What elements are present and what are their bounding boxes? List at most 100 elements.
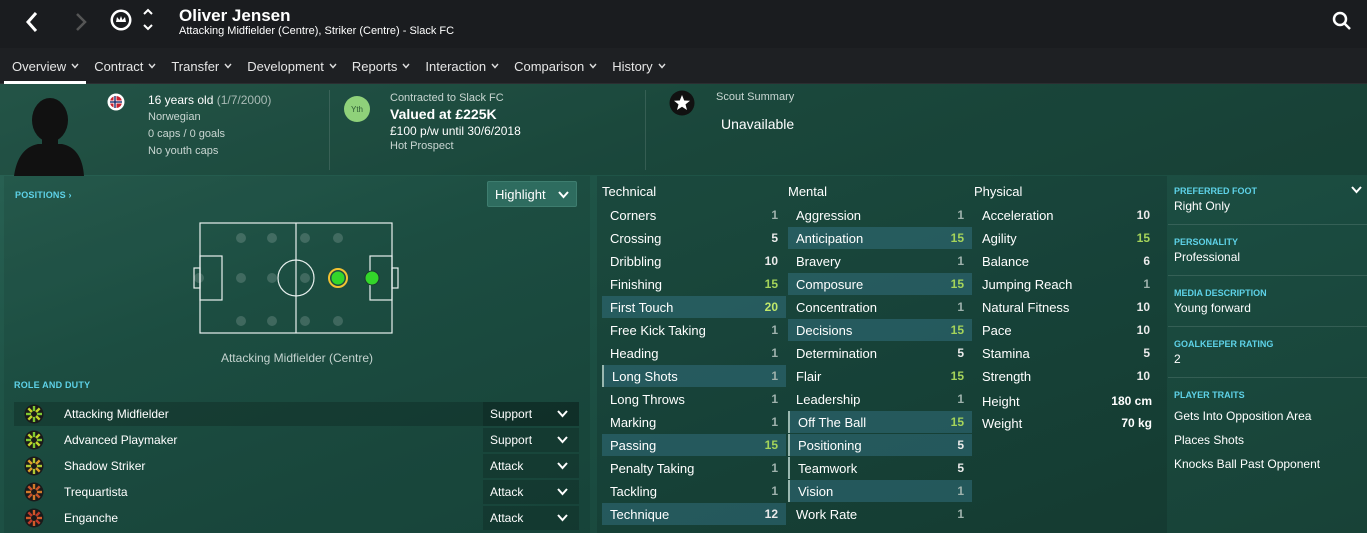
tab-label: Reports — [351, 58, 398, 74]
role-name: Attacking Midfielder — [64, 407, 169, 421]
attribute-name: Determination — [796, 345, 877, 361]
role-row[interactable]: Advanced Playmaker Support — [14, 428, 579, 452]
attribute-row[interactable]: Aggression 1 — [788, 204, 972, 226]
attribute-row[interactable]: Strength 10 — [974, 365, 1158, 387]
attribute-name: Teamwork — [798, 460, 858, 476]
highlight-dropdown[interactable]: Highlight — [487, 181, 577, 207]
attribute-name: Aggression — [796, 207, 862, 223]
attribute-row[interactable]: Corners 1 — [602, 204, 786, 226]
personality-value: Professional — [1174, 250, 1241, 264]
attribute-row[interactable]: Tackling 1 — [602, 480, 786, 502]
attribute-row[interactable]: Crossing 5 — [602, 227, 786, 249]
duty-label: Attack — [490, 459, 524, 473]
attribute-name: Corners — [610, 207, 657, 223]
tab-overview[interactable]: Overview — [4, 48, 87, 84]
tab-label: Comparison — [514, 58, 585, 74]
attribute-row[interactable]: First Touch 20 — [602, 296, 786, 318]
attribute-row[interactable]: Finishing 15 — [602, 273, 786, 295]
attribute-row[interactable]: Balance 6 — [974, 250, 1158, 272]
duty-dropdown[interactable]: Attack — [483, 506, 579, 530]
attribute-row[interactable]: Jumping Reach 1 — [974, 273, 1158, 295]
tab-label: Transfer — [171, 58, 220, 74]
attribute-row[interactable]: Leadership 1 — [788, 388, 972, 410]
player-subtitle: Attacking Midfielder (Centre), Striker (… — [179, 25, 455, 37]
role-row[interactable]: Shadow Striker Attack — [14, 454, 579, 478]
attribute-value: 5 — [1143, 346, 1150, 360]
attribute-value: 6 — [1143, 254, 1150, 268]
chevron-down-icon — [491, 63, 499, 69]
attribute-row[interactable]: Penalty Taking 1 — [602, 457, 786, 479]
role-row[interactable]: Attacking Midfielder Support — [14, 402, 579, 426]
attribute-row[interactable]: Long Shots 1 — [602, 365, 786, 387]
attribute-name: Bravery — [796, 253, 841, 269]
attribute-row[interactable]: Work Rate 1 — [788, 503, 972, 525]
tab-interaction[interactable]: Interaction — [417, 48, 506, 84]
attribute-row[interactable]: Determination 5 — [788, 342, 972, 364]
attribute-row[interactable]: Vision 1 — [788, 480, 972, 502]
attribute-row[interactable]: Off The Ball 15 — [788, 411, 972, 433]
chevron-down-icon — [557, 410, 568, 418]
attribute-name: Heading — [610, 345, 659, 361]
player-age: 16 years old (1/7/2000) — [148, 93, 271, 107]
duty-dropdown[interactable]: Attack — [483, 480, 579, 504]
attribute-row[interactable]: Pace 10 — [974, 319, 1158, 341]
duty-dropdown[interactable]: Support — [483, 428, 579, 452]
duty-dropdown[interactable]: Attack — [483, 454, 579, 478]
role-name: Enganche — [64, 511, 119, 525]
attribute-value: 10 — [1136, 323, 1150, 337]
tab-comparison[interactable]: Comparison — [506, 48, 604, 84]
attribute-row[interactable]: Long Throws 1 — [602, 388, 786, 410]
tab-contract[interactable]: Contract — [86, 48, 163, 84]
role-row[interactable]: Enganche Attack — [14, 506, 579, 530]
tab-history[interactable]: History — [604, 48, 672, 84]
weight-row: Weight 70 kg — [974, 412, 1160, 434]
star-icon — [669, 90, 695, 116]
attribute-row[interactable]: Anticipation 15 — [788, 227, 972, 249]
attribute-row[interactable]: Natural Fitness 10 — [974, 296, 1158, 318]
attribute-name: Strength — [982, 368, 1032, 384]
tab-reports[interactable]: Reports — [344, 48, 418, 84]
attribute-row[interactable]: Decisions 15 — [788, 319, 972, 341]
duty-dropdown[interactable]: Support — [483, 402, 579, 426]
highlight-label: Highlight — [495, 186, 546, 202]
attribute-value: 1 — [771, 208, 778, 222]
tab-development[interactable]: Development — [239, 48, 344, 84]
pitch-diagram — [193, 222, 399, 334]
attribute-row[interactable]: Agility 15 — [974, 227, 1158, 249]
attribute-row[interactable]: Technique 12 — [602, 503, 786, 525]
forward-arrow-icon[interactable] — [74, 12, 88, 32]
attribute-name: Off The Ball — [798, 414, 867, 430]
attribute-row[interactable]: Free Kick Taking 1 — [602, 319, 786, 341]
attribute-row[interactable]: Bravery 1 — [788, 250, 972, 272]
attribute-row[interactable]: Concentration 1 — [788, 296, 972, 318]
status-text: Hot Prospect — [390, 140, 454, 152]
height-value: 180 cm — [1111, 394, 1152, 408]
attribute-row[interactable]: Marking 1 — [602, 411, 786, 433]
tab-transfer[interactable]: Transfer — [163, 48, 239, 84]
search-icon[interactable] — [1332, 11, 1352, 31]
attribute-value: 20 — [764, 300, 778, 314]
role-row[interactable]: Trequartista Attack — [14, 480, 579, 504]
attribute-row[interactable]: Teamwork 5 — [788, 457, 972, 479]
attribute-row[interactable]: Stamina 5 — [974, 342, 1158, 364]
attribute-row[interactable]: Heading 1 — [602, 342, 786, 364]
current-position-label: Attacking Midfielder (Centre) — [220, 351, 374, 365]
positions-link[interactable]: POSITIONS › — [15, 190, 72, 200]
back-arrow-icon[interactable] — [24, 11, 40, 33]
attribute-row[interactable]: Positioning 5 — [788, 434, 972, 456]
up-down-icon[interactable] — [142, 7, 154, 33]
preferred-foot-value: Right Only — [1174, 199, 1231, 213]
attribute-value: 1 — [957, 484, 964, 498]
chevron-down-icon[interactable] — [1351, 186, 1362, 194]
attribute-row[interactable]: Dribbling 10 — [602, 250, 786, 272]
club-crest-icon[interactable] — [109, 8, 133, 32]
nav-bar: Overview Contract Transfer Development Repor… — [0, 48, 1367, 84]
attribute-value: 15 — [764, 438, 778, 452]
attribute-row[interactable]: Acceleration 10 — [974, 204, 1158, 226]
attribute-row[interactable]: Composure 15 — [788, 273, 972, 295]
chevron-down-icon — [557, 514, 568, 522]
attribute-row[interactable]: Passing 15 — [602, 434, 786, 456]
attribute-value: 1 — [771, 323, 778, 337]
attribute-row[interactable]: Flair 15 — [788, 365, 972, 387]
attribute-name: Dribbling — [610, 253, 662, 269]
